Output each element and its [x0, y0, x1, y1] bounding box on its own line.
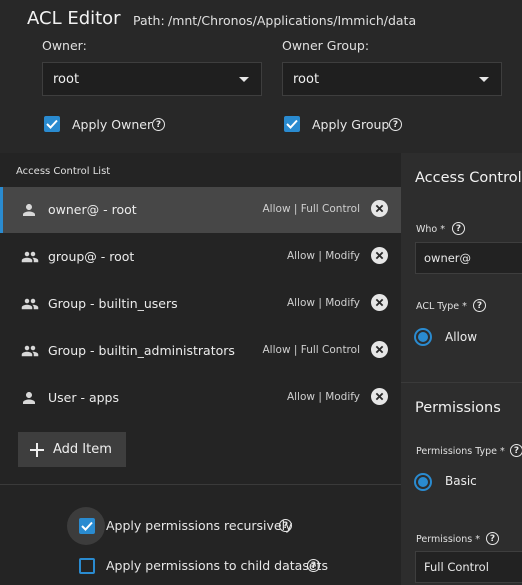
- help-icon[interactable]: ?: [279, 519, 292, 532]
- owner-label: Owner:: [42, 38, 87, 53]
- access-control-heading: Access Control: [415, 170, 522, 186]
- acl-type-label: ACL Type *: [416, 301, 467, 312]
- check-icon: [81, 521, 93, 531]
- apply-group-checkbox[interactable]: [284, 116, 300, 132]
- person-icon: [20, 201, 38, 223]
- acl-list-item[interactable]: group@ - root Allow | Modify: [0, 234, 401, 280]
- help-icon[interactable]: ?: [486, 532, 499, 545]
- remove-icon[interactable]: [371, 294, 388, 311]
- owner-group-select-value: root: [293, 71, 320, 87]
- owner-select[interactable]: root: [42, 62, 262, 96]
- acl-item-name: owner@ - root: [48, 202, 137, 217]
- acl-type-allow-radio[interactable]: [414, 328, 432, 346]
- help-icon[interactable]: ?: [452, 222, 465, 235]
- apply-child-checkbox[interactable]: [79, 558, 95, 574]
- person-icon: [20, 389, 38, 411]
- add-item-label: Add Item: [53, 442, 112, 457]
- apply-recursive-checkbox[interactable]: [79, 518, 95, 534]
- remove-icon[interactable]: [371, 388, 388, 405]
- help-icon[interactable]: ?: [389, 118, 402, 131]
- permissions-select-value: Full Control: [424, 560, 489, 574]
- acl-list-heading: Access Control List: [16, 166, 111, 177]
- acl-item-name: group@ - root: [48, 249, 135, 264]
- check-icon: [286, 119, 298, 129]
- add-item-button[interactable]: Add Item: [18, 432, 126, 467]
- acl-item-permission: Allow | Modify: [286, 297, 360, 309]
- apply-group-label: Apply Group: [312, 117, 390, 132]
- chevron-down-icon: [479, 77, 489, 82]
- acl-entry-panel: [401, 153, 522, 585]
- remove-icon[interactable]: [371, 200, 388, 217]
- acl-item-name: User - apps: [48, 390, 119, 405]
- acl-item-permission: Allow | Modify: [286, 250, 360, 262]
- acl-list-item[interactable]: owner@ - root Allow | Full Control: [0, 187, 401, 233]
- help-icon[interactable]: ?: [307, 559, 320, 572]
- dialog-title: ACL Editor: [27, 8, 121, 29]
- acl-item-permission: Allow | Full Control: [262, 344, 361, 356]
- acl-list-item[interactable]: Group - builtin_users Allow | Modify: [0, 281, 401, 327]
- divider: [401, 382, 522, 383]
- acl-list-item[interactable]: User - apps Allow | Modify: [0, 375, 401, 421]
- apply-recursive-label: Apply permissions recursively: [106, 518, 293, 533]
- acl-item-permission: Allow | Full Control: [262, 203, 361, 215]
- plus-icon: [29, 442, 45, 458]
- help-icon[interactable]: ?: [152, 118, 165, 131]
- acl-item-name: Group - builtin_administrators: [48, 343, 235, 358]
- permissions-heading: Permissions: [415, 400, 501, 416]
- remove-icon[interactable]: [371, 341, 388, 358]
- acl-item-permission: Allow | Modify: [286, 391, 360, 403]
- who-select[interactable]: owner@: [415, 242, 522, 274]
- help-icon[interactable]: ?: [510, 444, 522, 457]
- group-icon: [20, 342, 40, 364]
- divider: [0, 484, 401, 485]
- permissions-label: Permissions *: [416, 534, 480, 545]
- help-icon[interactable]: ?: [473, 299, 486, 312]
- acl-list-item[interactable]: Group - builtin_administrators Allow | F…: [0, 328, 401, 374]
- owner-group-select[interactable]: root: [282, 62, 502, 96]
- acl-type-allow-label: Allow: [445, 330, 478, 344]
- permissions-select[interactable]: Full Control: [415, 551, 522, 583]
- remove-icon[interactable]: [371, 247, 388, 264]
- group-icon: [20, 295, 40, 317]
- acl-item-name: Group - builtin_users: [48, 296, 178, 311]
- permissions-type-basic-radio[interactable]: [414, 473, 432, 491]
- permissions-type-basic-label: Basic: [445, 474, 477, 488]
- path-label: Path:: [133, 13, 165, 28]
- group-icon: [20, 248, 40, 270]
- owner-select-value: root: [53, 71, 80, 87]
- check-icon: [46, 119, 58, 129]
- apply-owner-checkbox[interactable]: [44, 116, 60, 132]
- permissions-type-label: Permissions Type *: [416, 446, 505, 457]
- apply-child-label: Apply permissions to child datasets: [106, 558, 328, 573]
- owner-group-label: Owner Group:: [282, 38, 370, 53]
- apply-owner-label: Apply Owner: [72, 117, 153, 132]
- path-value: /mnt/Chronos/Applications/Immich/data: [168, 13, 417, 28]
- who-label: Who *: [416, 224, 445, 235]
- chevron-down-icon: [239, 77, 249, 82]
- who-select-value: owner@: [424, 251, 472, 265]
